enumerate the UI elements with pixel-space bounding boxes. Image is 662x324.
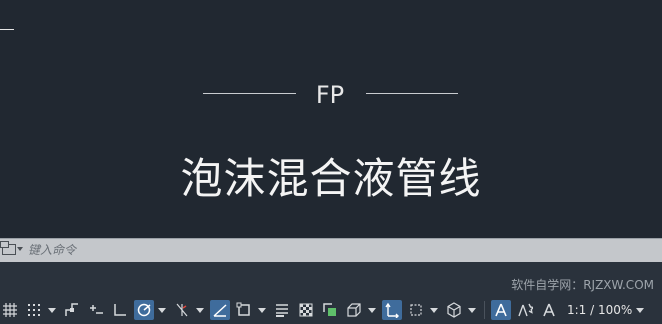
selection-cycling-icon[interactable]: [320, 300, 340, 320]
fp-label: FP: [315, 81, 345, 109]
gizmo-dropdown-caret[interactable]: [430, 307, 438, 313]
snap-icon[interactable]: [24, 300, 44, 320]
object-snap-icon[interactable]: [234, 300, 254, 320]
3d-osnap-dropdown-caret[interactable]: [368, 307, 376, 313]
annotation-dropdown-caret[interactable]: [468, 307, 476, 313]
fp-label-row: FP: [0, 78, 662, 110]
dynamic-input-icon[interactable]: [86, 300, 106, 320]
gizmo-icon[interactable]: [406, 300, 426, 320]
ucs-icon[interactable]: [382, 300, 402, 320]
annotation-scale-icon[interactable]: [515, 300, 535, 320]
polar-tracking-icon[interactable]: [134, 300, 154, 320]
auto-scale-icon[interactable]: [491, 300, 511, 320]
command-history-icon[interactable]: [0, 241, 16, 255]
grid-icon[interactable]: [0, 300, 20, 320]
drawing-title: 泡沫混合液管线: [180, 154, 482, 203]
snap-dropdown-caret[interactable]: [48, 307, 56, 313]
3d-osnap-icon[interactable]: [344, 300, 364, 320]
fp-left-line: [203, 93, 296, 94]
annotation-scale-value[interactable]: 1:1 / 100%: [567, 303, 632, 317]
object-snap-tracking-icon[interactable]: [210, 300, 230, 320]
watermark-text: 软件自学网：RJZXW.COM: [511, 278, 654, 292]
crosshair-cursor: [0, 29, 14, 30]
isometric-icon[interactable]: [172, 300, 192, 320]
drawing-canvas[interactable]: FP 泡沫混合液管线: [0, 0, 662, 238]
command-line: [0, 238, 662, 262]
osnap-dropdown-caret[interactable]: [258, 307, 266, 313]
status-toolbar: 1:1 / 100%: [0, 296, 662, 324]
infer-constraints-icon[interactable]: [62, 300, 82, 320]
command-input[interactable]: [28, 241, 648, 259]
command-dropdown-caret[interactable]: [17, 247, 23, 251]
scale-dropdown-caret[interactable]: [636, 307, 645, 313]
annotation-object-icon[interactable]: [539, 300, 559, 320]
isometric-dropdown-caret[interactable]: [196, 307, 204, 313]
toolbar-separator: [484, 301, 485, 319]
polar-dropdown-caret[interactable]: [158, 307, 166, 313]
transparency-icon[interactable]: [296, 300, 316, 320]
annotation-visibility-icon[interactable]: [444, 300, 464, 320]
fp-right-line: [366, 93, 458, 94]
lineweight-icon[interactable]: [272, 300, 292, 320]
ortho-icon[interactable]: [110, 300, 130, 320]
